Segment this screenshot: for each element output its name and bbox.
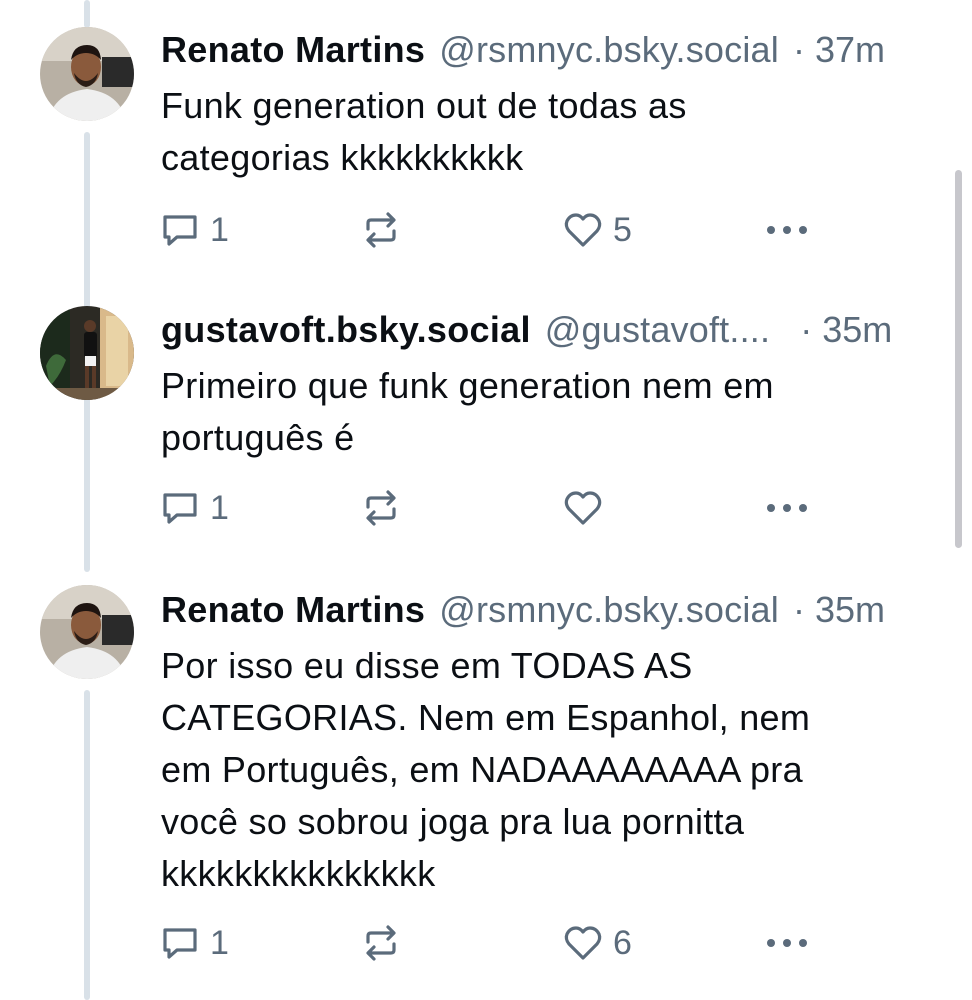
reply-count: 1 xyxy=(210,211,229,249)
separator-dot: · xyxy=(800,309,813,350)
like-button[interactable] xyxy=(563,483,613,533)
avatar-image xyxy=(40,585,134,679)
more-button[interactable] xyxy=(766,483,808,533)
repost-icon xyxy=(366,925,396,961)
avatar[interactable] xyxy=(40,27,134,121)
thread-feed: Renato Martins @rsmnyc.bsky.social · 37m… xyxy=(0,0,972,1000)
heart-icon xyxy=(564,491,602,525)
post-text: Por isso eu disse em TODAS AS CATEGORIAS… xyxy=(161,645,811,894)
reply-button[interactable]: 1 xyxy=(160,205,229,255)
more-button[interactable] xyxy=(766,205,808,255)
avatar-image xyxy=(40,306,134,400)
post-header: gustavoft.bsky.social @gustavoft.... · 3… xyxy=(161,310,892,350)
author-name[interactable]: Renato Martins xyxy=(161,590,425,630)
reply-icon xyxy=(163,928,197,959)
like-button[interactable]: 5 xyxy=(563,205,632,255)
author-handle[interactable]: @gustavoft.... xyxy=(545,310,770,350)
post-time[interactable]: 35m xyxy=(822,310,892,350)
post-actions: 1 6 xyxy=(0,918,972,968)
scrollbar[interactable] xyxy=(955,170,962,548)
more-icon xyxy=(767,226,807,234)
repost-icon xyxy=(366,212,396,248)
more-icon xyxy=(767,504,807,512)
repost-button[interactable] xyxy=(360,205,402,255)
like-count: 6 xyxy=(613,924,632,962)
heart-icon xyxy=(564,926,602,960)
author-handle[interactable]: @rsmnyc.bsky.social xyxy=(439,590,779,630)
more-icon xyxy=(767,939,807,947)
reply-button[interactable]: 1 xyxy=(160,483,229,533)
repost-button[interactable] xyxy=(360,918,402,968)
reply-button[interactable]: 1 xyxy=(160,918,229,968)
post[interactable]: Renato Martins @rsmnyc.bsky.social · 37m… xyxy=(0,0,972,280)
more-button[interactable] xyxy=(766,918,808,968)
separator-dot: · xyxy=(792,589,805,630)
repost-button[interactable] xyxy=(360,483,402,533)
author-name[interactable]: Renato Martins xyxy=(161,30,425,70)
post-time[interactable]: 35m xyxy=(815,590,885,630)
avatar[interactable] xyxy=(40,585,134,679)
avatar[interactable] xyxy=(40,306,134,400)
post-actions: 1 5 xyxy=(0,205,972,255)
repost-icon xyxy=(366,490,396,526)
like-button[interactable]: 6 xyxy=(563,918,632,968)
author-handle[interactable]: @rsmnyc.bsky.social xyxy=(439,30,779,70)
post[interactable]: Renato Martins @rsmnyc.bsky.social · 35m… xyxy=(0,560,972,1000)
post-time[interactable]: 37m xyxy=(815,30,885,70)
post[interactable]: gustavoft.bsky.social @gustavoft.... · 3… xyxy=(0,280,972,570)
reply-icon xyxy=(163,493,197,524)
post-actions: 1 xyxy=(0,483,972,533)
post-text: Primeiro que funk generation nem em port… xyxy=(161,365,774,458)
separator-dot: · xyxy=(792,29,805,70)
post-header: Renato Martins @rsmnyc.bsky.social · 37m xyxy=(161,30,885,70)
heart-icon xyxy=(564,213,602,247)
reply-count: 1 xyxy=(210,924,229,962)
author-name[interactable]: gustavoft.bsky.social xyxy=(161,310,531,350)
reply-icon xyxy=(163,215,197,246)
post-text: Funk generation out de todas as categori… xyxy=(161,85,687,178)
like-count: 5 xyxy=(613,211,632,249)
avatar-image xyxy=(40,27,134,121)
reply-count: 1 xyxy=(210,489,229,527)
post-header: Renato Martins @rsmnyc.bsky.social · 35m xyxy=(161,590,885,630)
